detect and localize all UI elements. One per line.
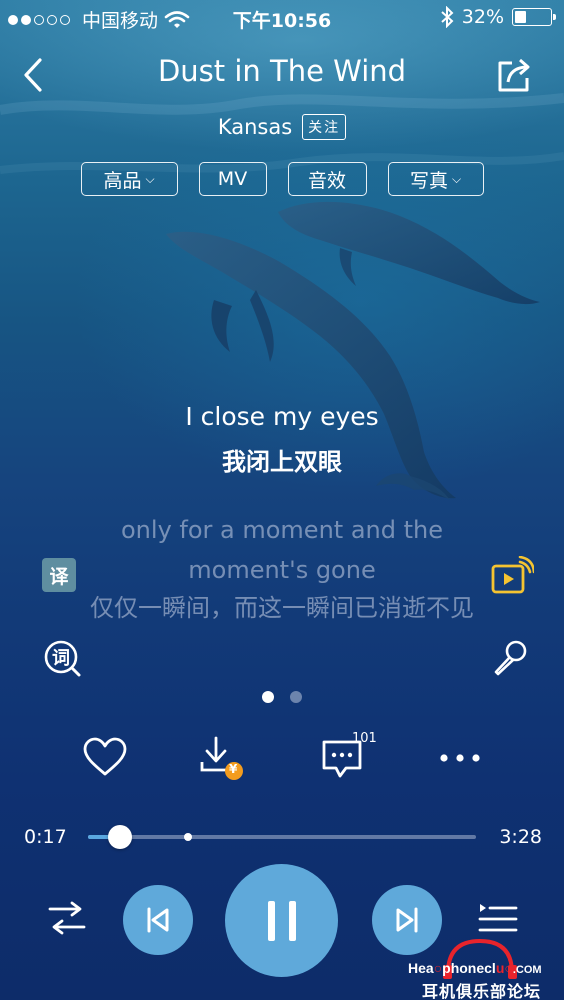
download-badge-label: ¥: [229, 762, 238, 776]
page-indicator: [0, 691, 564, 703]
word-label: 词: [52, 648, 70, 669]
mv-label: MV: [217, 168, 248, 190]
chevron-down-icon: ⌵: [451, 171, 462, 186]
sound-effect-button[interactable]: 音效: [287, 162, 367, 196]
artist-name[interactable]: Kansas: [218, 115, 292, 139]
bluetooth-icon: [441, 6, 454, 28]
photo-label: 写真: [409, 169, 448, 192]
video-cast-icon[interactable]: [490, 556, 534, 596]
download-button[interactable]: ¥: [198, 734, 246, 782]
watermark-brand: Hea○phoneclu○.COM: [408, 960, 542, 976]
artist-row: Kansas 关注: [0, 114, 564, 140]
more-dots-icon[interactable]: [436, 734, 484, 782]
pause-icon: [267, 900, 296, 941]
microphone-icon[interactable]: [490, 638, 530, 678]
page-dot-active[interactable]: [262, 691, 274, 703]
elapsed-time: 0:17: [24, 826, 67, 848]
option-pills: 高品 ⌵ MV 音效 写真 ⌵: [0, 162, 564, 196]
page-dot[interactable]: [290, 691, 302, 703]
share-icon[interactable]: [496, 56, 534, 94]
translate-button[interactable]: 译: [42, 558, 76, 592]
progress-knob[interactable]: [107, 825, 132, 849]
chevron-down-icon: ⌵: [145, 171, 155, 186]
total-time: 3:28: [499, 826, 542, 848]
dolphin-artwork: [0, 93, 564, 500]
follow-button[interactable]: 关注: [302, 114, 347, 140]
word-lookup-button[interactable]: 词: [42, 638, 82, 678]
current-lyric-en: I close my eyes: [185, 402, 379, 431]
mv-button[interactable]: MV: [198, 162, 267, 196]
battery-percent: 32%: [461, 6, 504, 28]
progress-track[interactable]: [88, 833, 476, 841]
download-icon: [200, 736, 243, 780]
sound-effect-label: 音效: [307, 169, 346, 192]
next-lyric-zh: 仅仅一瞬间，而这一瞬间已消逝不见: [90, 594, 474, 622]
current-lyric-zh: 我闭上双眼: [222, 448, 342, 476]
comment-count: 101: [352, 731, 377, 746]
watermark-cn: 耳机俱乐部论坛: [422, 982, 542, 1000]
next-icon: [396, 907, 418, 933]
photo-button[interactable]: 写真 ⌵: [387, 162, 484, 196]
battery-icon: [512, 8, 556, 26]
playlist-icon[interactable]: [478, 900, 518, 938]
previous-icon: [147, 907, 169, 933]
shuffle-icon[interactable]: [46, 900, 88, 936]
quality-button[interactable]: 高品 ⌵: [80, 162, 178, 196]
translate-label: 译: [49, 565, 69, 588]
song-title: Dust in The Wind: [157, 54, 407, 88]
pause-button[interactable]: [225, 864, 338, 977]
heart-icon[interactable]: [81, 734, 129, 782]
quality-label: 高品: [103, 169, 142, 192]
next-lyric-en: only for a moment and the moment's gone: [121, 516, 443, 584]
previous-button[interactable]: [123, 885, 193, 955]
back-arrow-icon[interactable]: [18, 56, 52, 94]
status-bar: 中国移动 下午10:56 32%: [0, 0, 564, 36]
word-search-icon: 词: [44, 640, 81, 677]
